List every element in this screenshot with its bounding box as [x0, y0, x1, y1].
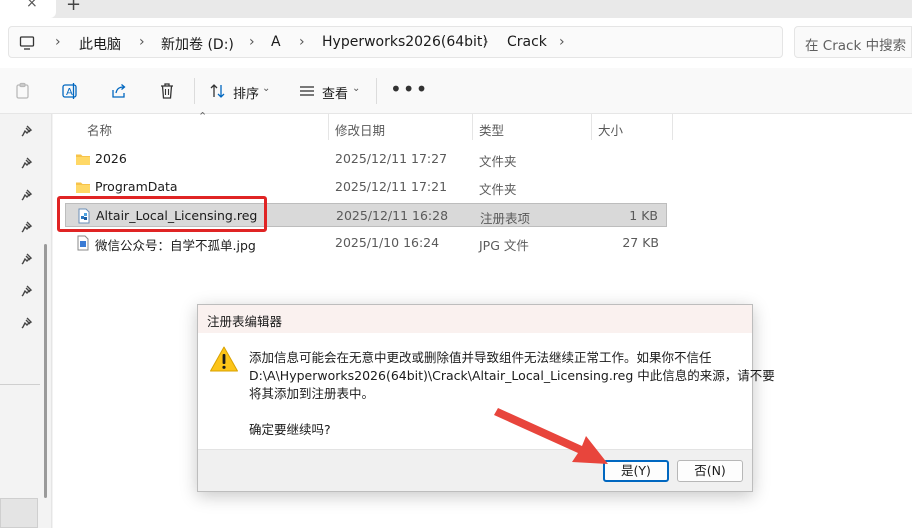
column-header-type[interactable]: 类型 — [479, 120, 504, 139]
breadcrumb-this-pc[interactable]: 此电脑 — [79, 34, 121, 54]
navigation-bar: › 此电脑 › 新加卷 (D:) › A › Hyperworks2026(64… — [0, 18, 912, 68]
file-name: 2026 — [95, 151, 127, 166]
breadcrumb-crack[interactable]: Crack — [507, 34, 547, 50]
warning-icon — [210, 346, 238, 372]
chevron-right-icon[interactable]: › — [139, 34, 145, 50]
delete-icon[interactable] — [157, 81, 177, 101]
toolbar-separator — [376, 78, 377, 104]
message-line: D:\A\Hyperworks2026(64bit)\Crack\Altair_… — [249, 368, 775, 383]
file-name: ProgramData — [95, 179, 178, 194]
column-separator[interactable] — [591, 114, 592, 140]
file-type: JPG 文件 — [479, 238, 529, 253]
file-date: 2025/12/11 16:28 — [336, 208, 449, 223]
command-toolbar: A 排序 ⌄ 查看 ⌄ ••• — [0, 68, 912, 114]
dialog-title: 注册表编辑器 — [207, 314, 283, 329]
annotation-highlight-box — [57, 196, 267, 232]
tab-strip: × + — [0, 0, 912, 18]
chevron-right-icon[interactable]: › — [249, 34, 255, 50]
message-line: 将其添加到注册表中。 — [249, 386, 375, 401]
chevron-right-icon[interactable]: › — [299, 34, 305, 50]
folder-icon — [76, 154, 90, 165]
dialog-message: 添加信息可能会在无意中更改或删除值并导致组件无法继续正常工作。如果你不信任 D:… — [249, 349, 775, 403]
column-header-name[interactable]: 名称 — [87, 120, 112, 139]
breadcrumb-hyperworks[interactable]: Hyperworks2026(64bit) — [322, 34, 488, 50]
dialog-title-bar[interactable]: 注册表编辑器 — [198, 305, 752, 333]
current-tab[interactable]: × — [0, 0, 56, 18]
navigation-item[interactable] — [0, 498, 38, 528]
new-tab-button[interactable]: + — [66, 0, 81, 15]
share-icon[interactable] — [109, 81, 129, 101]
pin-icon[interactable] — [21, 317, 33, 329]
no-button[interactable]: 否(N) — [677, 460, 743, 482]
sort-dropdown-icon[interactable]: ⌄ — [262, 83, 270, 94]
breadcrumb-drive-d[interactable]: 新加卷 (D:) — [161, 34, 234, 54]
file-row[interactable]: 微信公众号：自学不孤单.jpg 2025/1/10 16:24 JPG 文件 2… — [65, 231, 667, 255]
dialog-question: 确定要继续吗? — [249, 422, 331, 437]
address-bar[interactable]: › 此电脑 › 新加卷 (D:) › A › Hyperworks2026(64… — [8, 26, 783, 58]
dialog-button-bar: 是(Y) 否(N) — [198, 449, 752, 491]
search-placeholder: 在 Crack 中搜索 — [805, 38, 907, 54]
pin-icon[interactable] — [21, 189, 33, 201]
breadcrumb-folder-a[interactable]: A — [271, 34, 281, 50]
file-type: 注册表项 — [480, 211, 531, 226]
pin-icon[interactable] — [21, 125, 33, 137]
toolbar-separator — [194, 78, 195, 104]
computer-icon[interactable] — [19, 35, 35, 51]
registry-editor-dialog: 注册表编辑器 添加信息可能会在无意中更改或删除值并导致组件无法继续正常工作。如果… — [197, 304, 775, 492]
column-header-date[interactable]: 修改日期 — [335, 120, 385, 139]
file-date: 2025/12/11 17:27 — [335, 151, 448, 166]
sort-icon[interactable] — [208, 81, 228, 101]
image-file-icon — [77, 235, 89, 251]
svg-text:A: A — [66, 87, 73, 98]
sort-ascending-icon: ⌃ — [198, 110, 208, 123]
view-dropdown-icon[interactable]: ⌄ — [352, 83, 360, 94]
pin-icon[interactable] — [21, 221, 33, 233]
file-date: 2025/1/10 16:24 — [335, 235, 440, 250]
file-name: 微信公众号：自学不孤单.jpg — [95, 238, 256, 253]
sort-button[interactable]: 排序 — [233, 83, 259, 102]
more-options-button[interactable]: ••• — [390, 77, 428, 101]
view-icon[interactable] — [297, 81, 317, 101]
file-size: 1 KB — [629, 208, 658, 223]
divider — [0, 384, 40, 385]
column-separator[interactable] — [672, 114, 673, 140]
message-line: 添加信息可能会在无意中更改或删除值并导致组件无法继续正常工作。如果你不信任 — [249, 350, 712, 365]
file-row[interactable]: 2026 2025/12/11 17:27 文件夹 — [65, 147, 667, 171]
search-input[interactable]: 在 Crack 中搜索 — [794, 26, 912, 58]
navigation-scrollbar[interactable] — [44, 244, 47, 498]
pin-icon[interactable] — [21, 253, 33, 265]
file-size: 27 KB — [622, 235, 659, 250]
chevron-right-icon[interactable]: › — [55, 34, 61, 50]
pin-icon[interactable] — [21, 285, 33, 297]
close-tab-icon[interactable]: × — [26, 0, 38, 11]
yes-button[interactable]: 是(Y) — [603, 460, 669, 482]
column-header-size[interactable]: 大小 — [598, 120, 623, 139]
column-separator[interactable] — [328, 114, 329, 140]
chevron-right-icon[interactable]: › — [559, 34, 565, 50]
file-type: 文件夹 — [479, 154, 517, 169]
paste-icon[interactable] — [13, 81, 33, 101]
file-date: 2025/12/11 17:21 — [335, 179, 448, 194]
rename-icon[interactable]: A — [60, 81, 80, 101]
chevron-right-icon[interactable]: › — [483, 34, 489, 50]
column-separator[interactable] — [472, 114, 473, 140]
file-type: 文件夹 — [479, 182, 517, 197]
pin-icon[interactable] — [21, 157, 33, 169]
folder-icon — [76, 182, 90, 193]
navigation-pane — [0, 114, 52, 528]
view-button[interactable]: 查看 — [322, 83, 348, 102]
